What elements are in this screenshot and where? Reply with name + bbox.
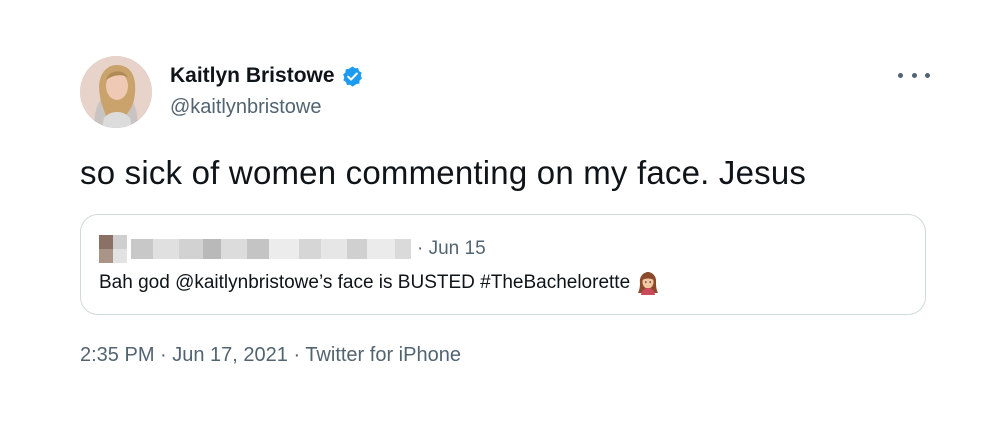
avatar[interactable]: [80, 56, 152, 128]
quoted-tweet-header: · Jun 15: [99, 235, 486, 263]
quoted-tweet[interactable]: · Jun 15 Bah god @kaitlynbristowe’s face…: [80, 214, 926, 315]
author-handle[interactable]: @kaitlynbristowe: [170, 96, 321, 119]
quoted-author-blurred: [131, 239, 411, 259]
woman-emoji-icon: [636, 271, 660, 295]
quoted-tweet-body: Bah god @kaitlynbristowe’s face is BUSTE…: [99, 272, 631, 293]
tweet-card: Kaitlyn Bristowe @kaitlynbristowe so sic…: [0, 0, 1000, 428]
tweet-text: so sick of women commenting on my face. …: [80, 154, 807, 191]
author-name-row: Kaitlyn Bristowe: [170, 64, 364, 88]
quoted-tweet-text: Bah god @kaitlynbristowe’s face is BUSTE…: [99, 271, 660, 295]
quoted-tweet-date[interactable]: · Jun 15: [417, 238, 486, 260]
more-options-icon[interactable]: [898, 64, 930, 86]
quoted-avatar-blurred: [99, 235, 127, 263]
author-display-name[interactable]: Kaitlyn Bristowe: [170, 64, 335, 88]
verified-badge-icon: [341, 65, 364, 88]
tweet-meta[interactable]: 2:35 PM · Jun 17, 2021 · Twitter for iPh…: [80, 344, 461, 367]
